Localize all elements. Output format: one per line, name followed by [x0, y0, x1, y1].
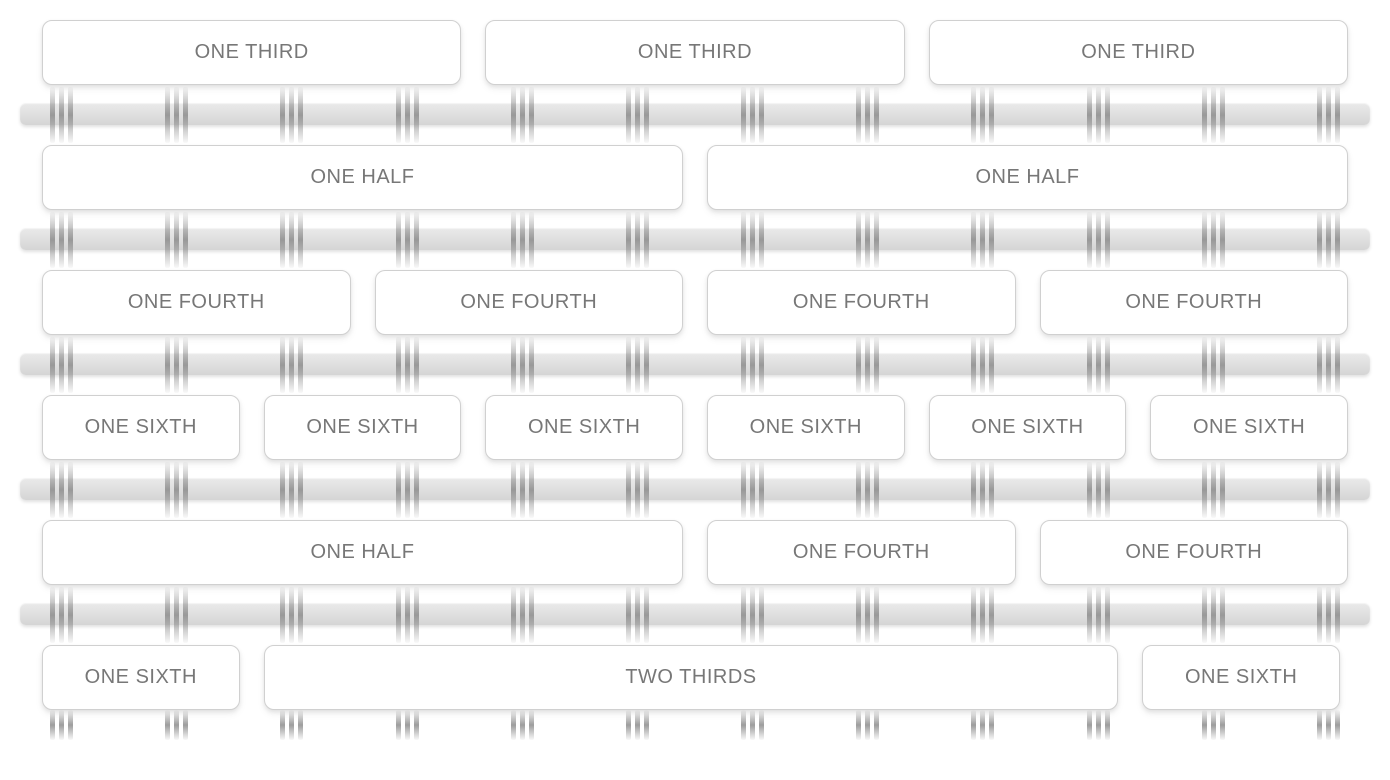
grid-cell-one-sixth: ONE SIXTH — [1150, 395, 1348, 460]
grid-cell-one-half: ONE HALF — [707, 145, 1348, 210]
row-halves: ONE HALF ONE HALF — [0, 145, 1390, 210]
grid-cell-one-sixth: ONE SIXTH — [42, 395, 240, 460]
grid-cell-one-fourth: ONE FOURTH — [1040, 270, 1349, 335]
grid-cell-one-fourth: ONE FOURTH — [1040, 520, 1349, 585]
cell-label: ONE FOURTH — [128, 291, 265, 313]
cell-label: ONE FOURTH — [1125, 291, 1262, 313]
row-mixed-half-fourths: ONE HALF ONE FOURTH ONE FOURTH — [0, 520, 1390, 585]
grid-cell-one-fourth: ONE FOURTH — [707, 520, 1016, 585]
grid-cell-one-sixth: ONE SIXTH — [929, 395, 1127, 460]
row-thirds: ONE THIRD ONE THIRD ONE THIRD — [0, 20, 1390, 85]
row-separator — [0, 595, 1390, 635]
cell-label: ONE SIXTH — [306, 416, 418, 438]
row-separator — [0, 345, 1390, 385]
row-separator — [0, 220, 1390, 260]
cell-label: ONE THIRD — [638, 41, 752, 63]
grid-cell-one-fourth: ONE FOURTH — [375, 270, 684, 335]
grid-cell-one-half: ONE HALF — [42, 520, 683, 585]
cell-label: ONE HALF — [975, 166, 1079, 188]
cell-label: ONE SIXTH — [750, 416, 862, 438]
cell-label: ONE SIXTH — [528, 416, 640, 438]
cell-label: ONE FOURTH — [1125, 541, 1262, 563]
row-mixed-sixth-twothirds: ONE SIXTH TWO THIRDS ONE SIXTH — [0, 645, 1390, 710]
cell-label: ONE SIXTH — [971, 416, 1083, 438]
grid-cell-one-third: ONE THIRD — [929, 20, 1348, 85]
grid-cell-one-third: ONE THIRD — [42, 20, 461, 85]
cell-label: ONE THIRD — [195, 41, 309, 63]
grid-cell-two-thirds: TWO THIRDS — [264, 645, 1119, 710]
grid-cell-one-sixth: ONE SIXTH — [1142, 645, 1340, 710]
grid-cell-one-sixth: ONE SIXTH — [707, 395, 905, 460]
cell-label: ONE THIRD — [1081, 41, 1195, 63]
grid-cell-one-half: ONE HALF — [42, 145, 683, 210]
grid-cell-one-sixth: ONE SIXTH — [264, 395, 462, 460]
grid-cell-one-sixth: ONE SIXTH — [42, 645, 240, 710]
row-fourths: ONE FOURTH ONE FOURTH ONE FOURTH ONE FOU… — [0, 270, 1390, 335]
cell-label: ONE SIXTH — [1185, 666, 1297, 688]
grid-cell-one-third: ONE THIRD — [485, 20, 904, 85]
grid-cell-one-fourth: ONE FOURTH — [707, 270, 1016, 335]
cell-label: ONE HALF — [310, 166, 414, 188]
cell-label: ONE FOURTH — [793, 541, 930, 563]
cell-label: ONE SIXTH — [85, 666, 197, 688]
grid-cell-one-fourth: ONE FOURTH — [42, 270, 351, 335]
grid-cell-one-sixth: ONE SIXTH — [485, 395, 683, 460]
cell-label: ONE HALF — [310, 541, 414, 563]
grid-demo-container: ONE THIRD ONE THIRD ONE THIRD ONE HALF O… — [0, 20, 1390, 750]
cell-label: ONE FOURTH — [460, 291, 597, 313]
row-sixths: ONE SIXTH ONE SIXTH ONE SIXTH ONE SIXTH … — [0, 395, 1390, 460]
cell-label: ONE SIXTH — [85, 416, 197, 438]
cell-label: TWO THIRDS — [625, 666, 756, 688]
row-separator — [0, 95, 1390, 135]
row-separator — [0, 710, 1390, 750]
cell-label: ONE FOURTH — [793, 291, 930, 313]
cell-label: ONE SIXTH — [1193, 416, 1305, 438]
row-separator — [0, 470, 1390, 510]
